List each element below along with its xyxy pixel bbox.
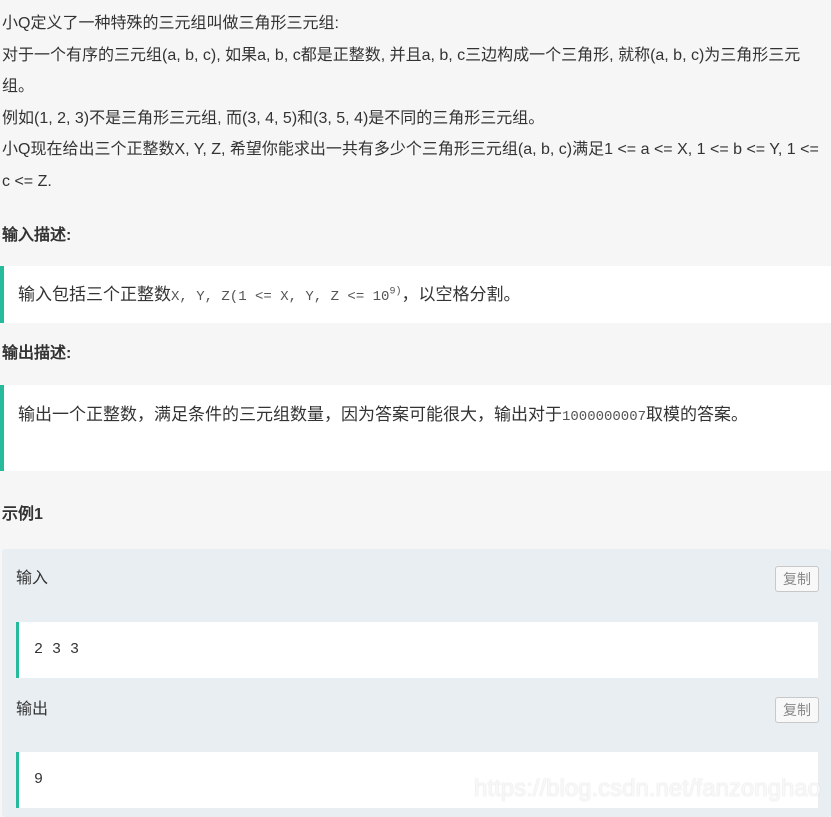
description-line-1: 小Q定义了一种特殊的三元组叫做三角形三元组: xyxy=(2,15,339,32)
input-description-exponent: 9) xyxy=(389,286,402,298)
input-description-block: 输入包括三个正整数X, Y, Z(1 <= X, Y, Z <= 109)，以空… xyxy=(0,266,831,323)
output-description-text: 输出一个正整数，满足条件的三元组数量，因为答案可能很大，输出对于 xyxy=(18,405,562,424)
output-description-modulus: 1000000007 xyxy=(562,409,647,425)
output-description-suffix: 取模的答案。 xyxy=(646,405,749,424)
example-heading: 示例1 xyxy=(2,506,43,523)
example-input-label: 输入 xyxy=(16,570,49,587)
watermark: https://blog.csdn.net/fanzonghao xyxy=(474,775,821,802)
example-input-value: 2 3 3 xyxy=(16,622,818,678)
input-description-text: 输入包括三个正整数 xyxy=(18,285,171,304)
output-description-block: 输出一个正整数，满足条件的三元组数量，因为答案可能很大，输出对于10000000… xyxy=(0,385,831,471)
input-description-heading: 输入描述: xyxy=(2,227,72,244)
problem-description: 小Q定义了一种特殊的三元组叫做三角形三元组: 对于一个有序的三元组(a, b, … xyxy=(2,8,828,197)
copy-output-button[interactable]: 复制 xyxy=(775,697,819,723)
output-description-heading: 输出描述: xyxy=(2,345,72,362)
description-line-4: 小Q现在给出三个正整数X, Y, Z, 希望你能求出一共有多少个三角形三元组(a… xyxy=(2,141,819,190)
description-line-3: 例如(1, 2, 3)不是三角形三元组, 而(3, 4, 5)和(3, 5, 4… xyxy=(2,109,545,127)
input-description-suffix: ，以空格分割。 xyxy=(401,285,521,304)
description-line-2: 对于一个有序的三元组(a, b, c), 如果a, b, c都是正整数, 并且a… xyxy=(2,46,801,96)
copy-input-button[interactable]: 复制 xyxy=(775,566,819,592)
example-output-label: 输出 xyxy=(16,701,49,718)
input-description-vars: X, Y, Z(1 <= X, Y, Z <= 10 xyxy=(171,289,390,305)
